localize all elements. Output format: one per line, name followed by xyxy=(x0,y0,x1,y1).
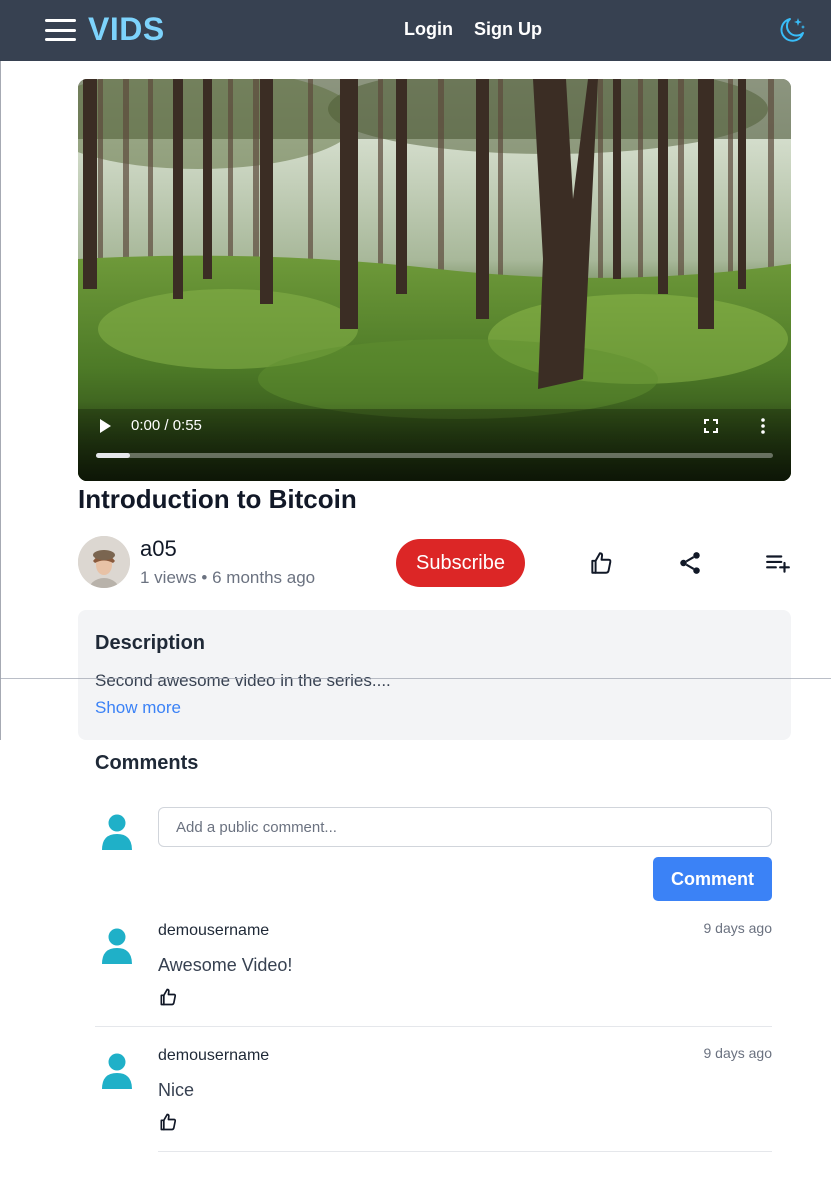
login-link[interactable]: Login xyxy=(404,19,453,40)
video-controls-bar xyxy=(78,401,791,481)
video-progress-bar[interactable] xyxy=(96,453,773,458)
comment-text: Nice xyxy=(158,1080,195,1100)
current-user-icon xyxy=(100,812,134,850)
comment-input[interactable] xyxy=(158,807,772,847)
description-panel: Description Second awesome video in the … xyxy=(78,610,791,740)
comment-username[interactable]: demousername xyxy=(158,922,269,940)
video-progress-fill xyxy=(96,453,130,458)
comments-heading: Comments xyxy=(95,752,199,774)
fullscreen-icon[interactable] xyxy=(704,419,718,433)
subscribe-button[interactable]: Subscribe xyxy=(396,539,525,587)
navbar: VIDS Login Sign Up xyxy=(0,0,831,61)
comment-username[interactable]: demousername xyxy=(158,1047,269,1065)
view-count: 1 views xyxy=(140,568,197,587)
site-logo[interactable]: VIDS xyxy=(88,11,165,48)
comment-divider xyxy=(95,1026,772,1027)
share-icon[interactable] xyxy=(677,550,703,576)
description-text: Second awesome video in the series.... xyxy=(95,671,391,690)
comment-time: 9 days ago xyxy=(703,1045,773,1061)
channel-name[interactable]: a05 xyxy=(140,536,177,562)
description-heading: Description xyxy=(95,632,206,654)
video-player[interactable]: 0:00 / 0:55 xyxy=(78,79,791,481)
meta-separator: • xyxy=(201,568,208,587)
thumbs-up-icon[interactable] xyxy=(588,550,614,576)
comment-item: demousername 9 days ago Nice xyxy=(95,1045,773,1137)
thumbs-up-icon[interactable] xyxy=(158,1112,178,1132)
playlist-add-icon[interactable] xyxy=(765,550,791,576)
play-icon[interactable] xyxy=(98,418,112,434)
video-title: Introduction to Bitcoin xyxy=(78,484,357,514)
hamburger-menu-icon[interactable] xyxy=(45,19,76,41)
comment-submit-button[interactable]: Comment xyxy=(653,857,772,901)
show-more-link[interactable]: Show more xyxy=(95,698,181,718)
comment-divider xyxy=(158,1151,772,1152)
user-icon xyxy=(100,1051,134,1089)
more-vertical-icon[interactable] xyxy=(760,418,766,434)
video-meta: 1 views • 6 months ago xyxy=(140,568,315,588)
channel-avatar[interactable] xyxy=(78,536,130,588)
user-icon xyxy=(100,926,134,964)
divider-line xyxy=(0,678,831,679)
thumbs-up-icon[interactable] xyxy=(158,987,178,1007)
moon-stars-icon[interactable] xyxy=(776,14,808,46)
page-left-border xyxy=(0,61,1,740)
video-time: 0:00 / 0:55 xyxy=(131,417,202,434)
signup-link[interactable]: Sign Up xyxy=(474,19,542,40)
upload-age: 6 months ago xyxy=(212,568,316,587)
comment-item: demousername 9 days ago Awesome Video! xyxy=(95,920,773,1012)
comment-time: 9 days ago xyxy=(703,920,773,936)
comment-text: Awesome Video! xyxy=(158,955,293,975)
